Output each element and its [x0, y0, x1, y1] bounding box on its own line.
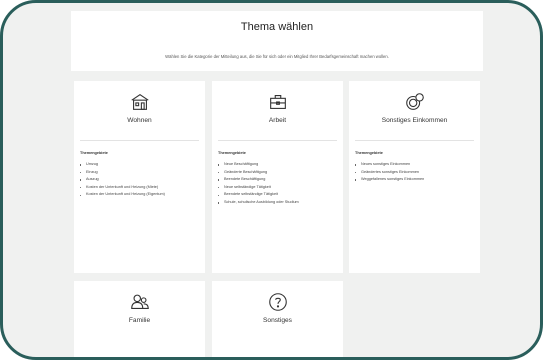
- topic-item[interactable]: Kosten der Unterkunft und Heizung (Eigen…: [80, 191, 201, 199]
- topic-card-arbeit[interactable]: Arbeit Themengebiete Neue Beschäftigung …: [212, 81, 343, 273]
- page-subtitle: Wählen Sie die Kategorie der Mitteilung …: [165, 54, 389, 59]
- device-frame: Thema wählen Wählen Sie die Kategorie de…: [0, 0, 543, 360]
- topic-item[interactable]: Neues sonstiges Einkommen: [355, 161, 476, 169]
- card-section-heading: Themengebiete: [80, 151, 108, 155]
- card-label: Arbeit: [268, 117, 287, 124]
- topic-list: Neues sonstiges Einkommen Geändertes son…: [355, 161, 476, 184]
- topic-list: Neue Beschäftigung Geänderte Beschäftigu…: [218, 161, 339, 207]
- briefcase-icon: [269, 95, 286, 109]
- page-title: Thema wählen: [240, 21, 314, 33]
- coins-icon: [405, 93, 424, 110]
- topic-item[interactable]: Neue Beschäftigung: [218, 161, 339, 169]
- house-icon: [130, 94, 149, 110]
- card-label: Familie: [128, 317, 151, 324]
- topic-card-sonstiges-einkommen[interactable]: Sonstiges Einkommen Themengebiete Neues …: [349, 81, 480, 273]
- family-icon: [130, 294, 149, 309]
- card-section-heading: Themengebiete: [218, 151, 246, 155]
- card-divider: [355, 140, 474, 141]
- topic-item[interactable]: Auszug: [80, 176, 201, 184]
- topic-item[interactable]: Schule, schulische Ausbildung oder Studi…: [218, 199, 339, 207]
- topic-item[interactable]: Geänderte Beschäftigung: [218, 169, 339, 177]
- card-divider: [218, 140, 337, 141]
- topic-item[interactable]: Weggefallenes sonstiges Einkommen: [355, 176, 476, 184]
- card-label: Sonstiges: [263, 317, 292, 324]
- topic-item[interactable]: Kosten der Unterkunft und Heizung (Miete…: [80, 184, 201, 192]
- page-header: Thema wählen Wählen Sie die Kategorie de…: [71, 11, 483, 71]
- topic-item[interactable]: Beendete Beschäftigung: [218, 176, 339, 184]
- card-divider: [80, 140, 199, 141]
- question-icon: [268, 293, 287, 311]
- card-section-heading: Themengebiete: [355, 151, 383, 155]
- card-label: Sonstiges Einkommen: [381, 117, 448, 124]
- topic-card-sonstiges[interactable]: Sonstiges: [212, 281, 343, 357]
- topic-item[interactable]: Umzug: [80, 161, 201, 169]
- topic-item[interactable]: Geändertes sonstiges Einkommen: [355, 169, 476, 177]
- topic-list: Umzug Einzug Auszug Kosten der Unterkunf…: [80, 161, 201, 199]
- topic-card-familie[interactable]: Familie: [74, 281, 205, 357]
- card-label: Wohnen: [127, 117, 152, 124]
- topic-item[interactable]: Einzug: [80, 169, 201, 177]
- topic-item[interactable]: Neue selbständige Tätigkeit: [218, 184, 339, 192]
- topic-card-wohnen[interactable]: Wohnen Themengebiete Umzug Einzug Auszug…: [74, 81, 205, 273]
- topic-item[interactable]: Beendete selbständige Tätigkeit: [218, 191, 339, 199]
